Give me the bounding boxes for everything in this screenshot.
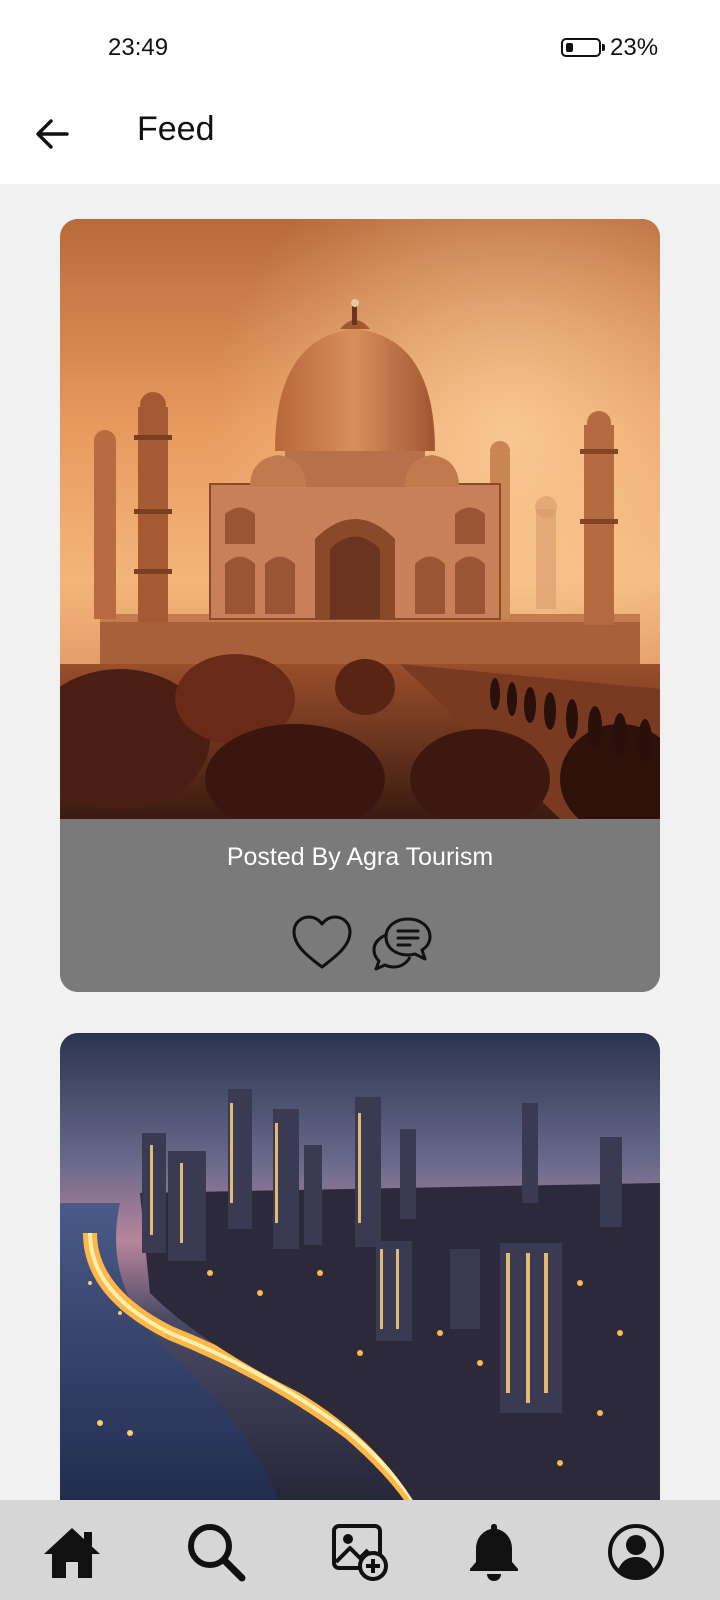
page-title: Feed	[137, 110, 215, 148]
nav-profile[interactable]	[604, 1520, 668, 1584]
user-circle-icon	[608, 1524, 664, 1580]
feed-list[interactable]: Posted By Agra Tourism	[0, 184, 720, 1500]
battery-percentage: 23%	[610, 34, 659, 61]
battery-icon	[561, 38, 605, 57]
post-caption: Posted By Agra Tourism	[226, 843, 494, 871]
nav-add-post[interactable]	[328, 1520, 392, 1584]
post-card[interactable]	[60, 1033, 660, 1500]
bell-icon	[470, 1524, 518, 1581]
post-image-taj-mahal[interactable]	[60, 219, 660, 819]
post-card[interactable]: Posted By Agra Tourism	[60, 219, 660, 992]
post-image-city-skyline[interactable]	[60, 1033, 660, 1500]
arrow-left-icon	[36, 119, 69, 149]
nav-search[interactable]	[184, 1520, 248, 1584]
app-bar: Feed	[0, 96, 720, 184]
heart-icon	[292, 915, 352, 969]
nav-notifications[interactable]	[462, 1520, 526, 1584]
like-button[interactable]	[290, 911, 354, 975]
home-icon	[44, 1528, 100, 1578]
add-image-icon	[332, 1524, 388, 1581]
bottom-navigation	[0, 1500, 720, 1600]
back-button[interactable]	[28, 110, 76, 158]
post-footer: Posted By Agra Tourism	[60, 819, 660, 992]
status-time: 23:49	[108, 34, 169, 61]
nav-home[interactable]	[40, 1520, 104, 1584]
comment-button[interactable]	[370, 911, 434, 975]
search-icon	[188, 1524, 246, 1582]
comment-icon	[372, 917, 432, 971]
status-bar: 23:49 23%	[0, 0, 720, 96]
